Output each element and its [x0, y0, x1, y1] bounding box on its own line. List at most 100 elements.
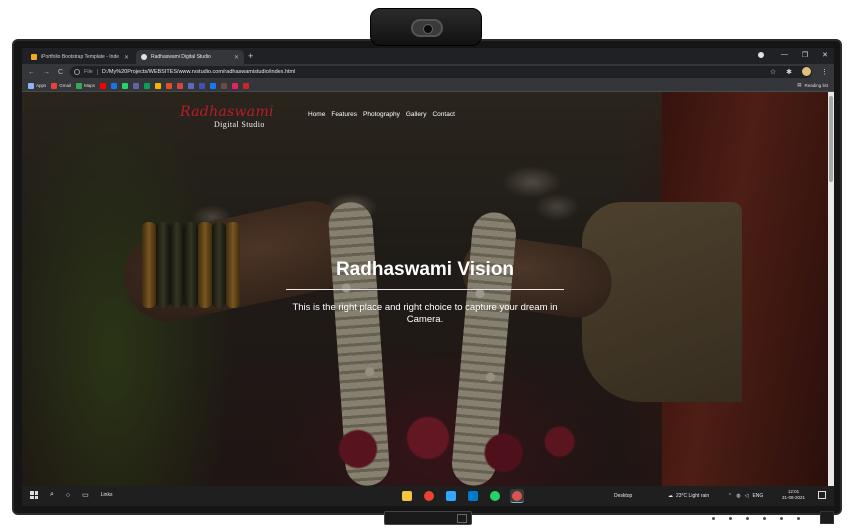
monitor-power-button — [820, 511, 834, 524]
bookmark-favicon-icon — [232, 82, 239, 89]
webcam-lens — [411, 19, 443, 37]
maximize-button[interactable]: ❐ — [802, 51, 808, 59]
url-text[interactable]: D:/My%20Projects/WEBSITES/www.rvstudio.c… — [102, 69, 295, 75]
cloud-rain-icon: ☁ — [668, 493, 673, 499]
nav-gallery[interactable]: Gallery — [406, 111, 427, 118]
site-nav: Home Features Photography Gallery Contac… — [308, 111, 455, 118]
bookmark-label: Gmail — [59, 83, 72, 88]
profile-avatar[interactable] — [802, 67, 811, 76]
bookmarks-bar: Apps Gmail Maps ▤ Reading list — [22, 80, 834, 92]
nav-photography[interactable]: Photography — [363, 111, 400, 118]
bookmark-item[interactable]: Gmail — [51, 82, 72, 89]
logo-script-text: Radhaswami — [180, 104, 274, 120]
bookmark-item[interactable]: Maps — [76, 82, 95, 89]
reading-list-icon: ▤ — [797, 82, 802, 87]
bookmark-item[interactable] — [232, 82, 239, 89]
back-button[interactable]: ← — [28, 69, 35, 76]
chrome-profile-icon[interactable] — [510, 489, 524, 503]
cortana-icon[interactable]: ○ — [66, 492, 70, 499]
bookmark-star-icon[interactable]: ☆ — [770, 68, 776, 76]
whatsapp-icon[interactable] — [488, 489, 502, 503]
tab-close-icon[interactable]: ✕ — [234, 54, 239, 61]
bookmark-item[interactable] — [199, 82, 206, 89]
bookmark-item[interactable] — [100, 82, 107, 89]
vscode-icon[interactable] — [466, 489, 480, 503]
window-controls: — ❐ ✕ — [781, 51, 828, 59]
windows-start-icon[interactable] — [30, 491, 38, 499]
weather-widget[interactable]: ☁ 23°C Light rain — [668, 493, 709, 499]
forward-button[interactable]: → — [43, 69, 50, 76]
site-info-icon[interactable] — [74, 69, 80, 75]
bookmark-item[interactable] — [210, 82, 217, 89]
bookmark-item[interactable] — [243, 82, 250, 89]
system-tray: ⌃ ◍ ◁ ENG — [728, 493, 763, 499]
search-icon[interactable]: ⌕ — [50, 491, 54, 499]
notification-icon[interactable] — [818, 491, 826, 499]
bookmark-item[interactable] — [166, 82, 173, 89]
tab-favicon — [31, 54, 37, 60]
minimize-button[interactable]: — — [781, 51, 788, 59]
desktop-toolbar[interactable]: Desktop — [614, 493, 632, 499]
address-bar[interactable]: File D:/My%20Projects/WEBSITES/www.rvstu… — [70, 66, 812, 78]
bookmark-favicon-icon — [199, 82, 206, 89]
clock-date: 31-08-2021 — [782, 495, 806, 500]
tab-title: iPortfolio Bootstrap Template - Inde — [41, 54, 120, 60]
chevron-up-icon[interactable]: ⌃ — [728, 493, 732, 499]
photoshop-icon[interactable] — [444, 489, 458, 503]
task-view-icon[interactable]: ▭ — [82, 491, 89, 499]
bookmark-item[interactable] — [144, 82, 151, 89]
reading-list-button[interactable]: ▤ Reading list — [797, 82, 828, 88]
web-page: Radhaswami Digital Studio Home Features … — [22, 92, 828, 486]
file-explorer-icon[interactable] — [400, 489, 414, 503]
chrome-icon[interactable] — [422, 489, 436, 503]
tab-iportfolio[interactable]: iPortfolio Bootstrap Template - Inde ✕ — [26, 50, 134, 64]
language-indicator[interactable]: ENG — [752, 493, 763, 499]
hero-tagline: This is the right place and right choice… — [292, 302, 558, 325]
bookmark-item[interactable] — [133, 82, 140, 89]
bookmark-favicon-icon — [51, 82, 58, 89]
browser-toolbar: ← → C File D:/My%20Projects/WEBSITES/www… — [22, 64, 834, 80]
webcam — [370, 8, 482, 46]
new-tab-button[interactable]: + — [248, 51, 253, 61]
hero-title: Radhaswami Vision — [335, 259, 515, 280]
monitor-buttons — [712, 517, 800, 520]
nav-contact[interactable]: Contact — [432, 111, 454, 118]
bookmark-item[interactable] — [122, 82, 129, 89]
nav-features[interactable]: Features — [331, 111, 357, 118]
toolbar-right: ☆ ✱ ⋮ — [770, 67, 828, 76]
bookmark-favicon-icon — [188, 82, 195, 89]
bookmark-favicon-icon — [155, 82, 162, 89]
site-logo[interactable]: Radhaswami Digital Studio — [180, 104, 300, 130]
close-window-button[interactable]: ✕ — [822, 51, 828, 59]
page-scrollbar[interactable] — [828, 92, 834, 486]
weather-text: 23°C Light rain — [676, 493, 710, 499]
clock[interactable]: 12:01 31-08-2021 — [782, 489, 805, 501]
bookmark-item[interactable] — [111, 82, 118, 89]
bookmark-item[interactable] — [177, 82, 184, 89]
bookmark-item[interactable] — [221, 82, 228, 89]
monitor-stand — [384, 511, 472, 525]
bookmark-favicon-icon — [177, 82, 184, 89]
tab-search-icon[interactable] — [758, 52, 764, 58]
bookmark-favicon-icon — [166, 82, 173, 89]
tab-favicon — [141, 54, 147, 60]
nav-home[interactable]: Home — [308, 111, 325, 118]
menu-kebab-icon[interactable]: ⋮ — [821, 68, 828, 76]
bookmark-item[interactable] — [155, 82, 162, 89]
bookmark-item[interactable]: Apps — [28, 82, 47, 89]
links-toolbar[interactable]: Links — [101, 492, 113, 498]
bookmark-favicon-icon — [28, 82, 34, 89]
bookmark-item[interactable] — [188, 82, 195, 89]
network-icon[interactable]: ◍ — [736, 493, 740, 499]
bookmark-favicon-icon — [100, 82, 107, 89]
bookmark-favicon-icon — [221, 82, 228, 89]
reload-button[interactable]: C — [58, 69, 63, 76]
volume-icon[interactable]: ◁ — [745, 493, 749, 499]
scrollbar-thumb[interactable] — [829, 96, 833, 182]
windows-taskbar: ⌕ ○ ▭ Links Desktop ☁ 23°C Light rain ⌃ … — [22, 486, 834, 506]
extensions-icon[interactable]: ✱ — [786, 68, 792, 76]
bookmark-label: Apps — [36, 83, 47, 88]
tab-radhaswami[interactable]: Radhaswami Digital Studio ✕ — [136, 50, 244, 64]
url-scheme: File — [84, 69, 98, 75]
tab-close-icon[interactable]: ✕ — [124, 54, 129, 61]
